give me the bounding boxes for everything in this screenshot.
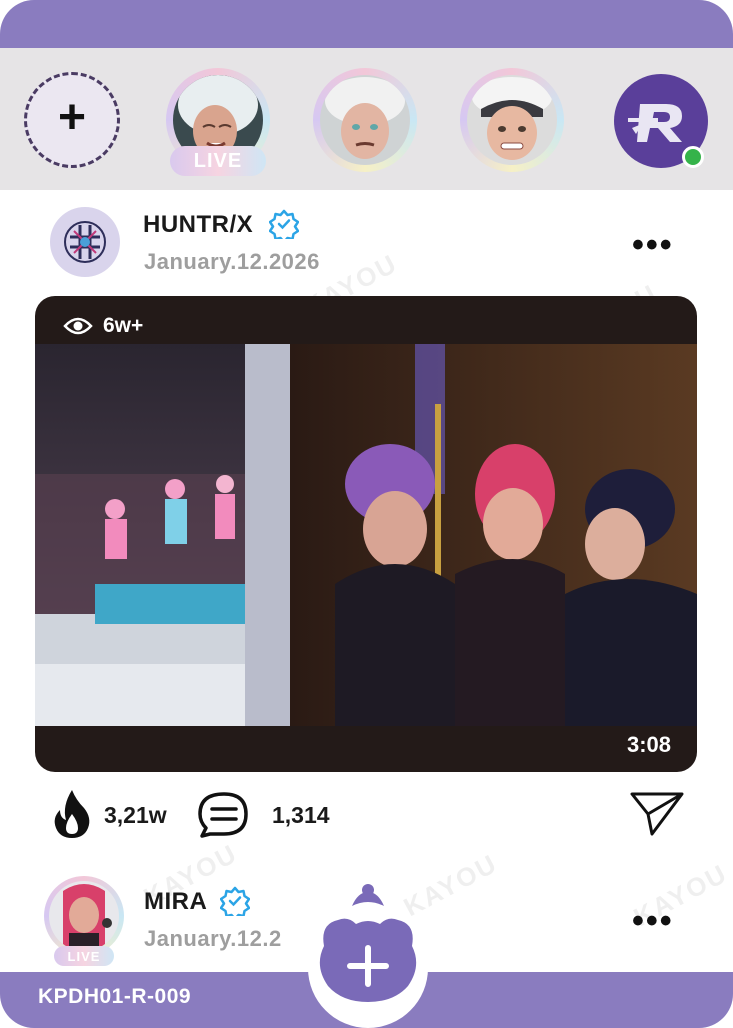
more-options-icon[interactable]: •••	[632, 904, 674, 938]
post-date: January.12.2026	[144, 249, 320, 274]
like-count: 3,21w	[104, 802, 167, 828]
verified-badge-icon	[269, 209, 299, 239]
video-player[interactable]: 6w+ 3:08	[35, 296, 697, 772]
online-status-dot	[682, 146, 704, 168]
story-avatar-2[interactable]	[313, 68, 417, 172]
character-portrait	[49, 881, 119, 951]
live-badge: LIVE	[54, 946, 114, 966]
live-badge: LIVE	[170, 146, 266, 176]
character-portrait	[320, 75, 410, 165]
add-story-button[interactable]: +	[24, 72, 120, 168]
share-send-icon[interactable]	[630, 790, 684, 836]
more-options-icon[interactable]: •••	[632, 228, 674, 262]
next-post-username[interactable]: MIRA	[144, 888, 207, 916]
r-logo-icon	[628, 104, 682, 142]
next-post-date: January.12.2	[144, 926, 282, 951]
plus-icon: +	[57, 91, 87, 144]
post-author-avatar[interactable]	[50, 207, 120, 277]
center-add-button[interactable]	[300, 876, 436, 1028]
view-count: 6w+	[63, 314, 143, 338]
video-duration: 3:08	[626, 732, 671, 757]
top-bar	[0, 0, 733, 48]
huntrx-logo-icon	[64, 221, 106, 263]
post-username[interactable]: HUNTR/X	[143, 211, 253, 239]
post-actions: 3,21w 1,314	[0, 788, 733, 842]
tiger-head-add-icon	[308, 884, 428, 1028]
verified-badge-icon	[220, 886, 250, 916]
view-count-text: 6w+	[103, 314, 144, 337]
comment-count: 1,314	[272, 802, 330, 828]
collectible-card: KAYOU KAYOU KAYOU KAYOU KAYOU KAYOU KAYO…	[0, 0, 733, 1028]
eye-icon	[63, 317, 93, 335]
mira-avatar[interactable]	[44, 876, 124, 956]
card-code: KPDH01-R-009	[38, 985, 192, 1008]
comment-icon[interactable]	[198, 790, 250, 838]
character-portrait	[467, 75, 557, 165]
story-avatar-3[interactable]	[460, 68, 564, 172]
fire-icon[interactable]	[52, 788, 92, 838]
video-thumbnail	[35, 344, 697, 726]
